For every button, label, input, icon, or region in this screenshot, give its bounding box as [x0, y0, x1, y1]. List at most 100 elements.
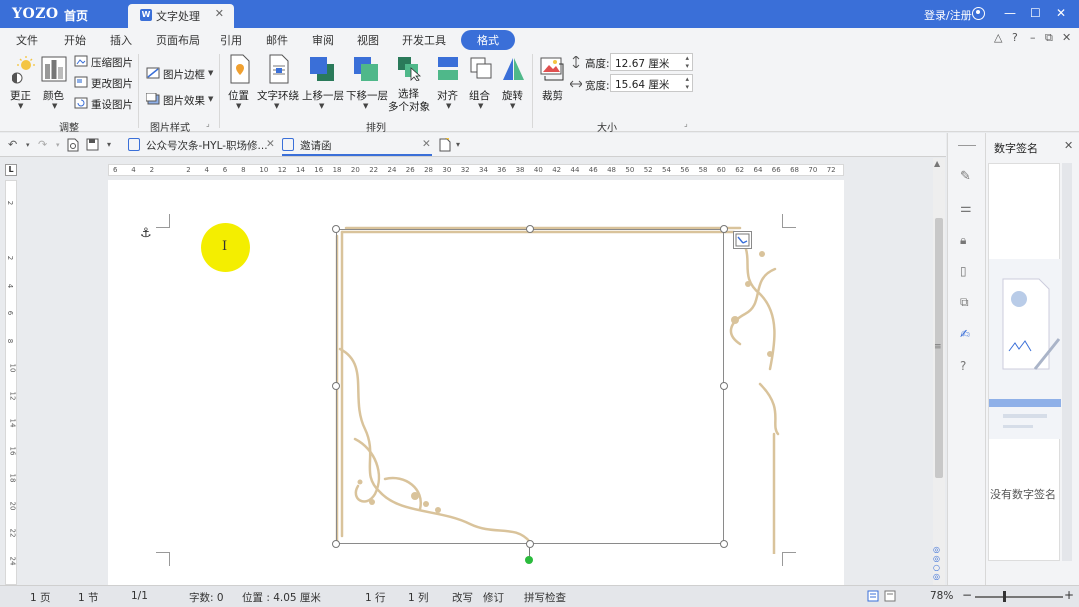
- word-processor-tab[interactable]: W 文字处理 ✕: [128, 4, 234, 28]
- resize-handle-top-left[interactable]: [332, 225, 340, 233]
- close-panel-icon[interactable]: ✕: [1064, 139, 1073, 152]
- align-dropdown-icon[interactable]: ▼: [446, 102, 451, 110]
- image-border-dropdown-icon[interactable]: ▼: [208, 69, 213, 77]
- spell-check[interactable]: 拼写检查: [524, 590, 566, 605]
- scroll-up-icon[interactable]: ▲: [934, 159, 940, 168]
- doc-close-icon[interactable]: ✕: [1062, 31, 1071, 44]
- close-file-tab-icon[interactable]: ✕: [266, 138, 275, 150]
- lock-icon[interactable]: 🔒︎: [960, 233, 974, 247]
- signature-icon[interactable]: ✍: [960, 327, 974, 341]
- menu-page-layout[interactable]: 页面布局: [156, 32, 200, 48]
- home-tab[interactable]: 首页: [64, 7, 88, 24]
- minimize-button[interactable]: —: [1004, 6, 1016, 20]
- redo-icon[interactable]: ↷: [38, 138, 47, 151]
- size-launcher-icon[interactable]: ⌟: [684, 119, 688, 128]
- correction-button[interactable]: 更正: [10, 88, 31, 103]
- collapse-ribbon-icon[interactable]: △: [994, 31, 1002, 44]
- resize-handle-left[interactable]: [332, 382, 340, 390]
- zoom-slider-thumb[interactable]: [1003, 591, 1006, 602]
- rotate-handle[interactable]: [525, 556, 533, 564]
- text-wrap-dropdown-icon[interactable]: ▼: [274, 102, 279, 110]
- quick-access-customize-icon[interactable]: ▾: [107, 140, 111, 149]
- zoom-slider[interactable]: [975, 596, 1063, 598]
- undo-dropdown-icon[interactable]: ▾: [26, 141, 30, 149]
- vertical-scrollbar[interactable]: [933, 158, 945, 585]
- close-tab-icon[interactable]: ✕: [215, 7, 224, 20]
- crop-button[interactable]: 裁剪: [542, 88, 563, 103]
- resize-handle-bottom-right[interactable]: [720, 540, 728, 548]
- correction-dropdown-icon[interactable]: ▼: [18, 102, 23, 110]
- track-changes[interactable]: 修订: [483, 590, 504, 605]
- menu-insert[interactable]: 插入: [110, 32, 132, 48]
- page-indicator[interactable]: 1/1: [131, 590, 148, 602]
- web-view-icon[interactable]: [884, 590, 896, 602]
- position-button[interactable]: 位置: [228, 88, 249, 103]
- new-document-icon[interactable]: [438, 137, 452, 152]
- print-preview-icon[interactable]: [67, 138, 79, 152]
- width-input[interactable]: 15.64 厘米: [610, 74, 693, 92]
- zoom-out-button[interactable]: −: [962, 588, 972, 602]
- image-effect-dropdown-icon[interactable]: ▼: [208, 95, 213, 103]
- position-dropdown-icon[interactable]: ▼: [236, 102, 241, 110]
- height-input[interactable]: 12.67 厘米: [610, 53, 693, 71]
- menu-references[interactable]: 引用: [220, 32, 242, 48]
- bring-forward-dropdown-icon[interactable]: ▼: [319, 102, 324, 110]
- overwrite-mode[interactable]: 改写: [452, 590, 473, 605]
- object-anchor-icon[interactable]: ⚓: [140, 226, 152, 241]
- bookmark-icon[interactable]: ▯: [960, 264, 974, 278]
- rotate-button[interactable]: 旋转: [502, 88, 523, 103]
- edit-icon[interactable]: ✎: [960, 169, 974, 184]
- change-image-button[interactable]: 更改图片: [91, 76, 133, 91]
- resize-handle-bottom[interactable]: [526, 540, 534, 548]
- menu-file[interactable]: 文件: [16, 32, 38, 48]
- tab-stop-selector[interactable]: L: [5, 164, 17, 176]
- group-dropdown-icon[interactable]: ▼: [478, 102, 483, 110]
- image-selection-frame[interactable]: [336, 229, 724, 544]
- layout-options-button[interactable]: [733, 231, 752, 249]
- settings-sliders-icon[interactable]: ⚌: [960, 201, 974, 216]
- close-window-button[interactable]: ✕: [1056, 6, 1066, 20]
- undo-icon[interactable]: ↶: [8, 138, 17, 151]
- align-button[interactable]: 对齐: [437, 88, 458, 103]
- page-view-icon[interactable]: [867, 590, 879, 602]
- reset-image-button[interactable]: 重设图片: [91, 97, 133, 112]
- menu-home[interactable]: 开始: [64, 32, 86, 48]
- select-objects-button-line2[interactable]: 多个对象: [388, 99, 430, 114]
- copy-icon[interactable]: ⧉: [960, 295, 974, 309]
- login-register-link[interactable]: 登录/注册: [924, 7, 972, 23]
- doc-minimize-icon[interactable]: –: [1030, 31, 1036, 44]
- menu-view[interactable]: 视图: [357, 32, 379, 48]
- signature-list[interactable]: 没有数字签名: [988, 163, 1061, 561]
- panel-scrollbar[interactable]: [1062, 163, 1072, 561]
- maximize-button[interactable]: ☐: [1030, 6, 1041, 20]
- menu-mailings[interactable]: 邮件: [266, 32, 288, 48]
- image-style-launcher-icon[interactable]: ⌟: [206, 119, 210, 128]
- color-button[interactable]: 颜色: [43, 88, 64, 103]
- doc-restore-icon[interactable]: ⧉: [1045, 31, 1053, 45]
- user-icon[interactable]: [972, 7, 985, 20]
- rotate-dropdown-icon[interactable]: ▼: [510, 102, 515, 110]
- resize-handle-top-right[interactable]: [720, 225, 728, 233]
- menu-review[interactable]: 审阅: [312, 32, 334, 48]
- resize-handle-right[interactable]: [720, 382, 728, 390]
- text-wrap-button[interactable]: 文字环绕: [257, 88, 299, 103]
- send-backward-button[interactable]: 下移一层: [346, 88, 388, 103]
- resize-handle-top[interactable]: [526, 225, 534, 233]
- word-count[interactable]: 字数: 0: [189, 590, 224, 605]
- close-file-tab-icon[interactable]: ✕: [422, 138, 431, 150]
- vertical-ruler[interactable]: 2 2 4 6 8 10 12 14 16 18 20 22 24: [5, 180, 17, 585]
- file-tab-article[interactable]: 公众号次条-HYL-职场修... ✕: [128, 136, 276, 156]
- new-document-dropdown-icon[interactable]: ▾: [456, 140, 460, 149]
- bring-forward-button[interactable]: 上移一层: [302, 88, 344, 103]
- zoom-level[interactable]: 78%: [930, 590, 953, 602]
- send-backward-dropdown-icon[interactable]: ▼: [363, 102, 368, 110]
- color-dropdown-icon[interactable]: ▼: [52, 102, 57, 110]
- horizontal-ruler[interactable]: 6 4 2 2 4 6 8 10 12 14 16 18 20 22 24 26 28 30 32 34 36 38 40 4…: [108, 164, 844, 176]
- page-navigation-icons[interactable]: ◎ ◎ ○ ◎: [933, 545, 940, 581]
- redo-dropdown-icon[interactable]: ▾: [56, 141, 60, 149]
- help-circle-icon[interactable]: ?: [960, 359, 974, 373]
- help-icon[interactable]: ?: [1012, 31, 1018, 44]
- menu-format[interactable]: 格式: [461, 30, 515, 50]
- file-tab-invitation[interactable]: 邀请函 ✕: [282, 136, 432, 156]
- image-effect-button[interactable]: 图片效果: [163, 93, 205, 108]
